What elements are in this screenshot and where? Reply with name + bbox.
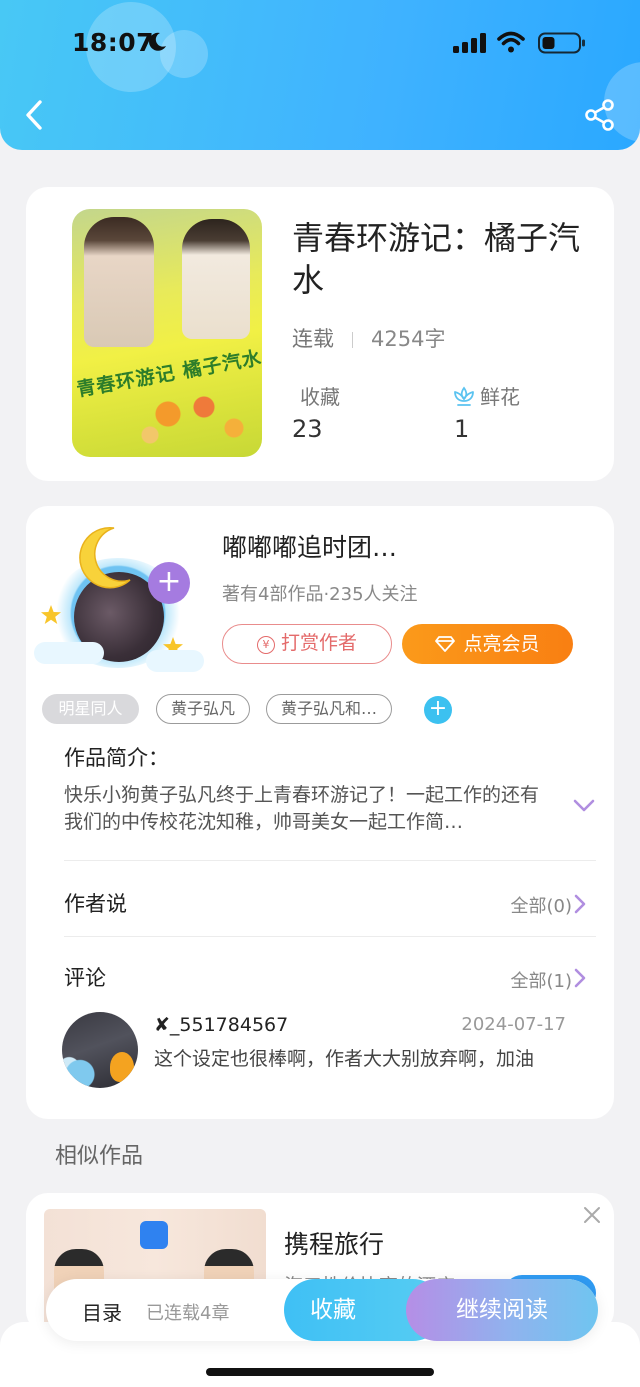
avatar-fish-decor [110, 1052, 134, 1082]
comments-all-link[interactable]: 全部(1) [511, 967, 573, 993]
flowers-stat[interactable]: 鲜花 [452, 381, 520, 410]
comment-date: 2024-07-17 [461, 1014, 566, 1035]
book-cover[interactable]: 青春环游记 橘子汽水 [72, 209, 262, 457]
tag-item[interactable]: 黄子弘凡和… [266, 694, 392, 724]
author-name[interactable]: 嘟嘟嘟追时团… [222, 528, 397, 564]
book-info-card: 青春环游记 橘子汽水 青春环游记：橘子汽水 连载 4254字 收藏 23 鲜花 1 [26, 187, 614, 481]
comments-heading: 评论 [64, 966, 106, 990]
close-icon[interactable] [582, 1205, 602, 1225]
battery-icon [538, 32, 585, 54]
favorites-count: 23 [292, 415, 323, 443]
ad-title: 携程旅行 [284, 1230, 385, 1259]
tag-item[interactable]: 黄子弘凡 [156, 694, 250, 724]
divider [64, 936, 596, 937]
chevron-right-icon[interactable] [574, 894, 586, 914]
top-header: 18:07 [0, 0, 640, 150]
chevron-down-icon[interactable] [572, 798, 596, 814]
book-title: 青春环游记：橘子汽水 [292, 219, 581, 299]
favorites-label: 收藏 [300, 385, 340, 409]
ad-logo [140, 1221, 168, 1249]
book-detail-card: + 嘟嘟嘟追时团… 著有4部作品·235人关注 ¥ 打赏作者 点亮会员 明星同人 … [26, 506, 614, 1119]
chevron-right-icon[interactable] [574, 968, 586, 988]
share-icon[interactable] [584, 98, 616, 132]
author-avatar[interactable]: + [34, 518, 204, 672]
intro-text: 快乐小狗黄子弘凡终于上青春环游记了！一起工作的还有我们的中传校花沈知稚，帅哥美女… [64, 784, 540, 833]
moon-icon [79, 526, 131, 589]
cover-figure [84, 217, 154, 347]
continue-reading-button[interactable]: 继续阅读 [406, 1279, 598, 1341]
word-count: 4254字 [371, 327, 446, 351]
intro-heading: 作品简介： [64, 746, 169, 770]
author-says-all-link[interactable]: 全部(0) [511, 892, 573, 918]
add-tag-button[interactable]: + [424, 696, 452, 724]
commenter-name[interactable]: ✘_551784567 [154, 1014, 288, 1036]
flower-icon [454, 386, 474, 406]
home-indicator [206, 1368, 434, 1376]
bottom-action-bar: 目录 已连载4章 收藏 继续阅读 [46, 1279, 598, 1341]
reward-label: 打赏作者 [280, 632, 357, 654]
moon-icon [149, 32, 166, 51]
signal-icon [453, 33, 486, 53]
star-icon [41, 605, 61, 624]
toc-button[interactable]: 目录 [82, 1297, 122, 1326]
comment-text: 这个设定也很棒啊，作者大大别放弃啊，加油 [154, 1048, 535, 1070]
book-status: 连载 [292, 327, 334, 351]
tag-item[interactable]: 明星同人 [42, 694, 139, 724]
author-says-heading: 作者说 [64, 892, 127, 916]
book-meta: 连载 4254字 [292, 323, 445, 353]
vip-label: 点亮会员 [463, 633, 540, 655]
back-icon[interactable] [20, 96, 50, 134]
chapter-count: 已连载4章 [146, 1303, 230, 1324]
flowers-count: 1 [454, 415, 470, 443]
yen-icon: ¥ [256, 636, 275, 654]
reward-author-button[interactable]: ¥ 打赏作者 [222, 624, 392, 664]
cloud-decor [146, 650, 204, 672]
meta-divider [352, 332, 353, 348]
cloud-decor [34, 642, 104, 664]
cover-figure [182, 219, 250, 339]
divider [64, 860, 596, 861]
status-time: 18:07 [72, 28, 155, 57]
vip-button[interactable]: 点亮会员 [402, 624, 573, 664]
similar-works-heading: 相似作品 [55, 1144, 144, 1169]
flowers-label: 鲜花 [480, 385, 520, 409]
commenter-avatar[interactable] [62, 1012, 138, 1088]
follow-plus-button[interactable]: + [148, 562, 190, 604]
wifi-icon [497, 31, 525, 53]
author-meta: 著有4部作品·235人关注 [222, 584, 418, 605]
diamond-icon [435, 636, 456, 652]
